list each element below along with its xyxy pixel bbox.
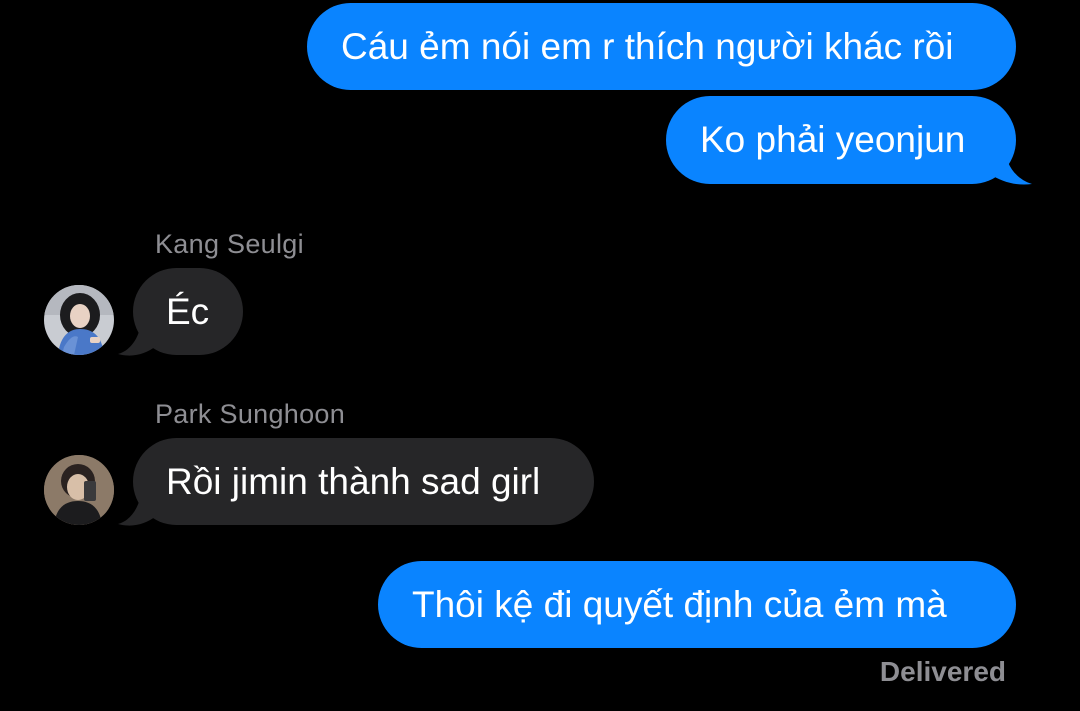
received-bubble-tail bbox=[118, 318, 156, 356]
received-bubble-tail bbox=[118, 488, 156, 526]
sent-bubble-tail bbox=[990, 146, 1032, 185]
message-text: Éc bbox=[166, 290, 210, 332]
message-text: Thôi kệ đi quyết định của ẻm mà bbox=[412, 583, 947, 625]
sender-name: Park Sunghoon bbox=[155, 399, 346, 429]
avatar-park-sunghoon[interactable] bbox=[44, 455, 114, 525]
message-text: Rồi jimin thành sad girl bbox=[166, 460, 541, 502]
sender-name: Kang Seulgi bbox=[155, 229, 304, 259]
message-text: Ko phải yeonjun bbox=[700, 119, 966, 160]
avatar-photo-icon bbox=[44, 285, 114, 355]
avatar-photo-icon bbox=[44, 455, 114, 525]
avatar-kang-seulgi[interactable] bbox=[44, 285, 114, 355]
sent-message-bubble[interactable]: Cáu ẻm nói em r thích người khác rồi bbox=[307, 3, 1016, 90]
sent-message-bubble[interactable]: Thôi kệ đi quyết định của ẻm mà bbox=[378, 561, 1016, 648]
delivery-status: Delivered bbox=[879, 656, 1006, 687]
message-text: Cáu ẻm nói em r thích người khác rồi bbox=[341, 25, 954, 67]
received-message-bubble[interactable]: Rồi jimin thành sad girl bbox=[133, 438, 594, 525]
sent-message-bubble[interactable]: Ko phải yeonjun bbox=[666, 96, 1016, 184]
